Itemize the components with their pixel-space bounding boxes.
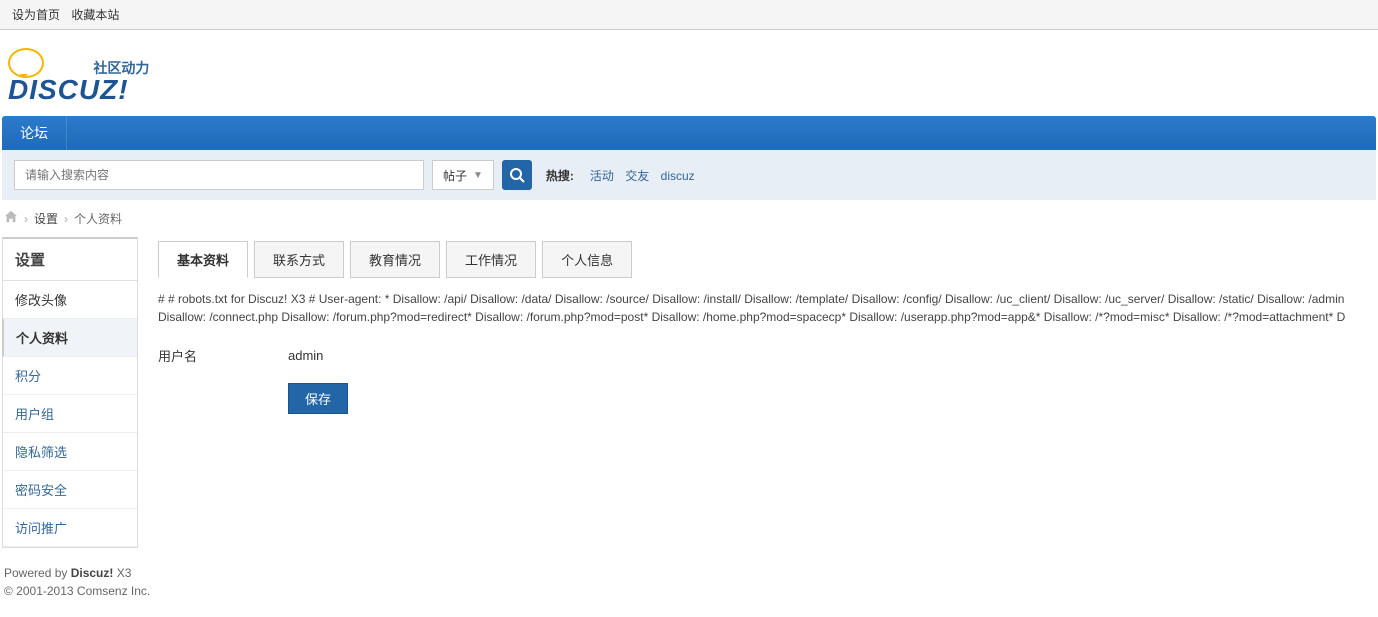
- navbar: 论坛: [2, 116, 1376, 150]
- searchbar: 帖子 ▼ 热搜: 活动 交友 discuz: [2, 150, 1376, 200]
- footer-version: X3: [113, 566, 131, 580]
- robots-text: # # robots.txt for Discuz! X3 # User-age…: [158, 282, 1376, 334]
- content: 设置 修改头像个人资料积分用户组隐私筛选密码安全访问推广 基本资料联系方式教育情…: [0, 237, 1378, 548]
- sidebar-title: 设置: [3, 239, 137, 281]
- breadcrumb-profile: 个人资料: [74, 210, 122, 227]
- sidebar-item-4[interactable]: 隐私筛选: [3, 433, 137, 471]
- tab-0[interactable]: 基本资料: [158, 241, 248, 278]
- topbar: 设为首页 收藏本站: [0, 0, 1378, 30]
- footer-brand[interactable]: Discuz!: [71, 566, 114, 580]
- nav-forum[interactable]: 论坛: [2, 116, 67, 150]
- search-button[interactable]: [502, 160, 532, 190]
- hot-link-2[interactable]: discuz: [661, 169, 695, 183]
- footer-powered: Powered by: [4, 566, 71, 580]
- tab-1[interactable]: 联系方式: [254, 241, 344, 278]
- tab-4[interactable]: 个人信息: [542, 241, 632, 278]
- set-home-link[interactable]: 设为首页: [12, 8, 60, 22]
- hot-search-label: 热搜:: [546, 167, 574, 184]
- sidebar-item-2[interactable]: 积分: [3, 357, 137, 395]
- home-icon[interactable]: [4, 210, 18, 227]
- footer-copyright: © 2001-2013 Comsenz Inc.: [4, 584, 1374, 598]
- username-label: 用户名: [158, 346, 288, 365]
- hot-links: 活动 交友 discuz: [582, 167, 695, 184]
- sidebar: 设置 修改头像个人资料积分用户组隐私筛选密码安全访问推广: [2, 237, 138, 548]
- favorite-link[interactable]: 收藏本站: [71, 8, 119, 22]
- tab-2[interactable]: 教育情况: [350, 241, 440, 278]
- breadcrumb-sep: ›: [64, 212, 68, 226]
- header: 社区动力 DISCUZ!: [0, 30, 1378, 116]
- search-input[interactable]: [14, 160, 424, 190]
- username-row: 用户名 admin: [158, 334, 1376, 377]
- sidebar-item-0[interactable]: 修改头像: [3, 281, 137, 319]
- search-icon: [509, 167, 525, 183]
- save-button[interactable]: 保存: [288, 383, 348, 414]
- logo-main-text: DISCUZ!: [8, 74, 149, 106]
- footer: Powered by Discuz! X3 © 2001-2013 Comsen…: [0, 548, 1378, 616]
- chevron-down-icon: ▼: [473, 170, 483, 181]
- tabs: 基本资料联系方式教育情况工作情况个人信息: [158, 241, 1376, 278]
- search-type-label: 帖子: [443, 167, 467, 184]
- sidebar-item-1[interactable]: 个人资料: [2, 319, 137, 357]
- username-value: admin: [288, 348, 323, 363]
- breadcrumb: › 设置 › 个人资料: [0, 200, 1378, 237]
- hot-link-0[interactable]: 活动: [590, 169, 614, 183]
- hot-link-1[interactable]: 交友: [625, 169, 649, 183]
- logo[interactable]: 社区动力 DISCUZ!: [4, 48, 149, 106]
- breadcrumb-sep: ›: [24, 212, 28, 226]
- sidebar-item-6[interactable]: 访问推广: [3, 509, 137, 547]
- search-type-dropdown[interactable]: 帖子 ▼: [432, 160, 494, 190]
- sidebar-item-5[interactable]: 密码安全: [3, 471, 137, 509]
- breadcrumb-settings[interactable]: 设置: [34, 210, 58, 227]
- tab-3[interactable]: 工作情况: [446, 241, 536, 278]
- logo-bubble-icon: [8, 48, 44, 78]
- main: 基本资料联系方式教育情况工作情况个人信息 # # robots.txt for …: [158, 237, 1376, 548]
- sidebar-item-3[interactable]: 用户组: [3, 395, 137, 433]
